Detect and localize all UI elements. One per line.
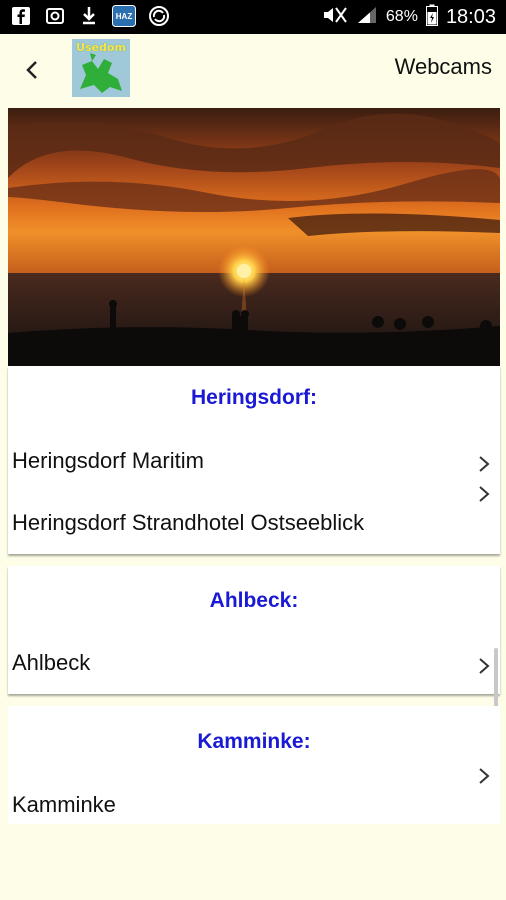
battery-percent: 68% xyxy=(385,8,418,25)
section-ahlbeck: Ahlbeck: Ahlbeck xyxy=(8,566,500,694)
sync-icon xyxy=(148,5,170,27)
logo-text: Usedom xyxy=(76,41,126,54)
mute-icon xyxy=(322,5,348,30)
section-kamminke: Kamminke: Kamminke xyxy=(8,706,500,824)
clock: 18:03 xyxy=(445,5,496,28)
section-title: Heringsdorf: xyxy=(191,386,317,409)
chevron-right-icon[interactable] xyxy=(476,484,492,504)
app-header: Usedom Webcams xyxy=(0,34,506,104)
page-title: Webcams xyxy=(394,54,492,79)
hero-sunset-image xyxy=(8,108,500,366)
haz-label: HAZ xyxy=(115,11,133,21)
list-item[interactable]: Heringsdorf Maritim xyxy=(12,448,204,474)
signal-icon xyxy=(356,5,378,30)
chevron-right-icon[interactable] xyxy=(476,454,492,474)
facebook-icon xyxy=(10,5,32,27)
section-title: Ahlbeck: xyxy=(209,589,299,612)
system-status: 68% 18:03 xyxy=(322,0,496,34)
haz-app-icon: HAZ xyxy=(112,5,136,27)
battery-icon xyxy=(425,4,438,31)
chevron-right-icon[interactable] xyxy=(476,656,492,676)
list-item[interactable]: Heringsdorf Strandhotel Ostseeblick xyxy=(12,510,364,536)
download-icon xyxy=(78,5,100,27)
list-item[interactable]: Ahlbeck xyxy=(12,650,90,676)
notification-icons: HAZ xyxy=(10,5,170,27)
section-title: Kamminke: xyxy=(197,730,311,753)
chevron-right-icon[interactable] xyxy=(476,766,492,786)
photo-icon xyxy=(44,5,66,27)
list-item[interactable]: Kamminke xyxy=(12,792,116,818)
section-heringsdorf: Heringsdorf: Heringsdorf Maritim Herings… xyxy=(8,366,500,554)
back-button[interactable] xyxy=(14,52,50,88)
status-bar: HAZ 68% 18:03 xyxy=(0,0,506,34)
app-logo: Usedom xyxy=(72,39,130,97)
chevron-left-icon xyxy=(26,61,37,79)
